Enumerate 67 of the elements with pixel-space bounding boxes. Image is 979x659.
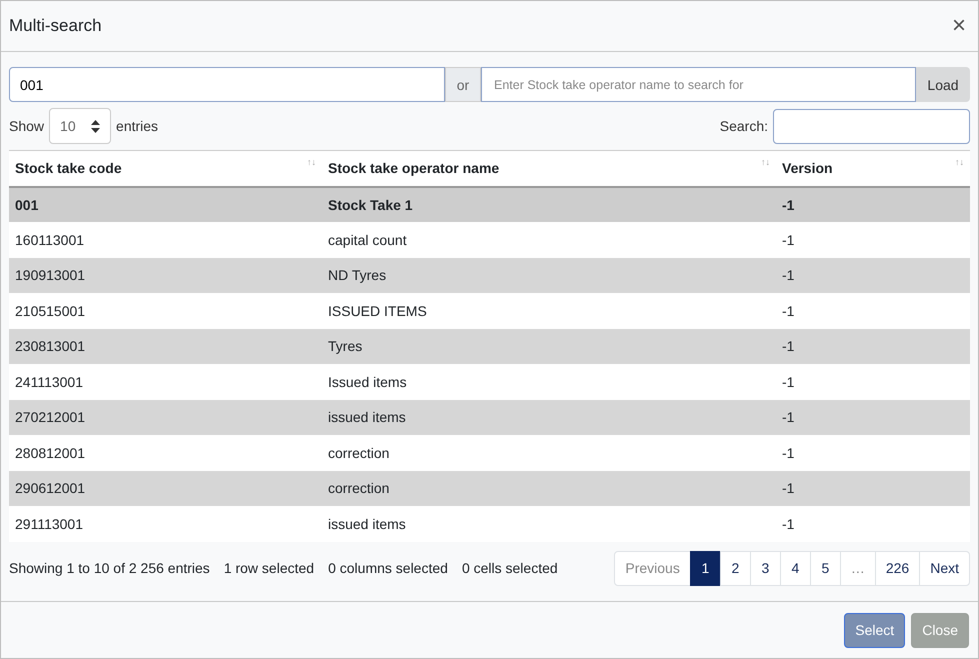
table-cell: 190913001 xyxy=(9,258,322,293)
table-cell: correction xyxy=(322,470,776,506)
entries-label: entries xyxy=(116,118,158,134)
table-cell: -1 xyxy=(776,470,970,506)
code-input-field[interactable]: 001 xyxy=(9,67,445,102)
table-cell: 241113001 xyxy=(9,364,322,400)
table-cell: 001 xyxy=(9,186,322,222)
rows-selected-info: 1 row selected xyxy=(224,560,314,576)
name-input-field[interactable]: Enter Stock take operator name to search for xyxy=(481,67,916,102)
pagination-ellipsis: … xyxy=(840,550,876,586)
table-cell: -1 xyxy=(776,258,970,293)
cells-selected-info: 0 cells selected xyxy=(462,560,558,576)
search-field[interactable] xyxy=(773,108,970,144)
table-row[interactable]: 280812001 correction -1 xyxy=(9,435,970,470)
window-title: Multi-search xyxy=(9,16,102,36)
table-cell: 280812001 xyxy=(9,435,322,470)
columns-selected-info: 0 columns selected xyxy=(328,560,448,576)
entries-select[interactable]: 10 xyxy=(49,108,112,144)
table-cell: 291113001 xyxy=(9,506,322,542)
table-cell: -1 xyxy=(776,222,970,258)
show-label: Show xyxy=(9,118,44,134)
table-row[interactable]: 241113001 Issued items -1 xyxy=(9,364,970,400)
sort-arrows-icon: ↑↓ xyxy=(307,157,316,167)
page-button[interactable]: 2 xyxy=(720,550,751,586)
page-button[interactable]: 3 xyxy=(750,550,781,586)
page-button[interactable]: Next xyxy=(919,550,970,586)
table-cell: Stock Take 1 xyxy=(322,186,776,222)
load-button[interactable]: Load xyxy=(916,67,970,102)
table-cell: -1 xyxy=(776,435,970,470)
table-cell: 210515001 xyxy=(9,293,322,328)
table-cell: Issued items xyxy=(322,364,776,400)
table-cell: issued items xyxy=(322,400,776,435)
table-cell: 230813001 xyxy=(9,328,322,364)
table-cell: -1 xyxy=(776,328,970,364)
table-cell: correction xyxy=(322,435,776,470)
sort-caret-icon xyxy=(91,120,100,132)
search-label: Search: xyxy=(720,118,768,134)
table-row[interactable]: 291113001 issued items -1 xyxy=(9,506,970,542)
table-cell: issued items xyxy=(322,506,776,542)
sort-arrows-icon: ↑↓ xyxy=(761,157,770,167)
table-cell: -1 xyxy=(776,364,970,400)
table-cell: -1 xyxy=(776,400,970,435)
table-row[interactable]: 290612001 correction -1 xyxy=(9,470,970,506)
page-button[interactable]: 5 xyxy=(810,550,841,586)
table-row[interactable]: 160113001 capital count -1 xyxy=(9,222,970,258)
table-cell: -1 xyxy=(776,186,970,222)
table-cell: ISSUED ITEMS xyxy=(322,293,776,328)
column-header[interactable]: Stock take code ↑↓ xyxy=(9,150,322,186)
table-cell: 160113001 xyxy=(9,222,322,258)
table-cell: ND Tyres xyxy=(322,258,776,293)
table-cell: -1 xyxy=(776,506,970,542)
page-button[interactable]: 1 xyxy=(690,550,721,586)
table-cell: -1 xyxy=(776,293,970,328)
table-cell: capital count xyxy=(322,222,776,258)
page-button[interactable]: 4 xyxy=(780,550,811,586)
page-button[interactable]: 226 xyxy=(874,550,920,586)
entries-info: Showing 1 to 10 of 2 256 entries xyxy=(9,560,210,576)
close-button[interactable]: × xyxy=(948,14,970,38)
table-cell: Tyres xyxy=(322,328,776,364)
table-cell: 270212001 xyxy=(9,400,322,435)
column-header[interactable]: Stock take operator name ↑↓ xyxy=(322,150,776,186)
column-header[interactable]: Version ↑↓ xyxy=(776,150,970,186)
or-label: or xyxy=(445,67,481,102)
table-row[interactable]: 210515001 ISSUED ITEMS -1 xyxy=(9,293,970,328)
table-cell: 290612001 xyxy=(9,470,322,506)
sort-arrows-icon: ↑↓ xyxy=(955,157,964,167)
table-row[interactable]: 270212001 issued items -1 xyxy=(9,400,970,435)
